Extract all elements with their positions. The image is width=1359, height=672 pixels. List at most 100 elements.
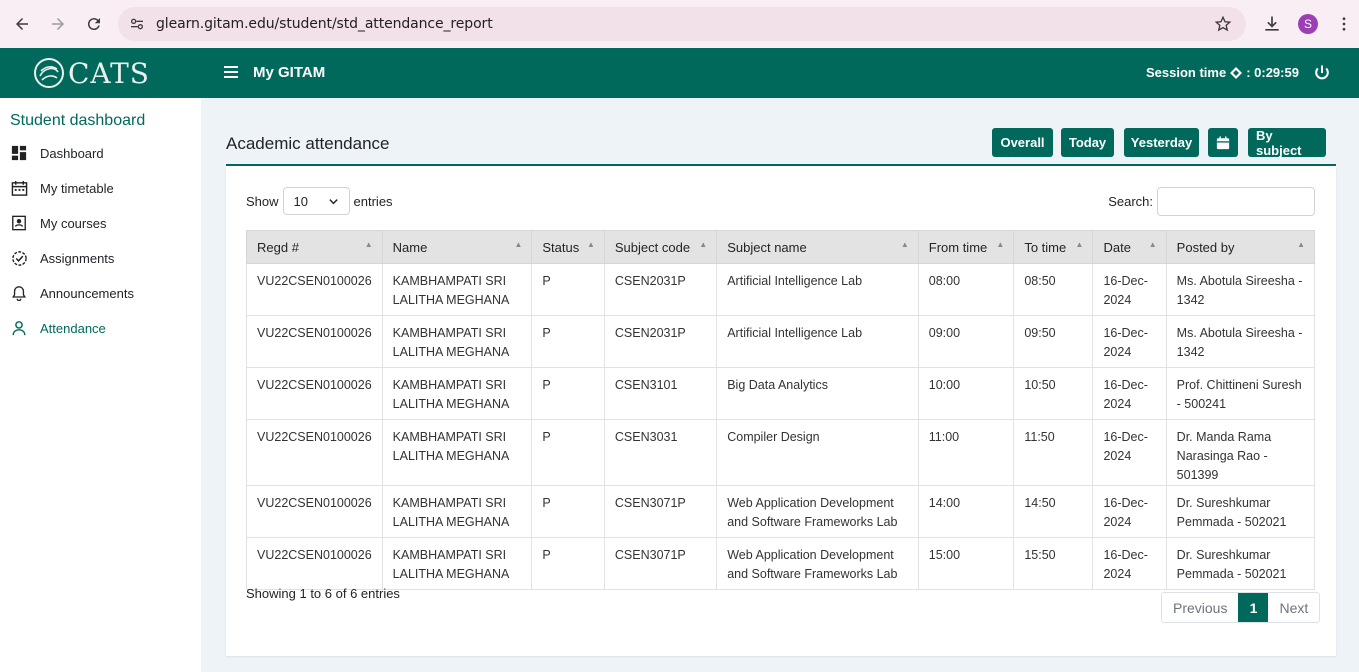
- hamburger-menu-icon[interactable]: [222, 63, 240, 81]
- search-label: Search:: [1108, 194, 1153, 209]
- page-length-value: 10: [293, 193, 308, 209]
- table-cell: Dr. Sureshkumar Pemmada - 502021: [1165, 485, 1316, 538]
- url-text[interactable]: glearn.gitam.edu/student/std_attendance_…: [156, 16, 493, 32]
- table-cell: P: [531, 537, 605, 590]
- table-cell: 10:00: [917, 367, 1015, 420]
- session-value: : 0:29:59: [1246, 65, 1299, 80]
- table-row: VU22CSEN0100026 KAMBHAMPATI SRI LALITHA M…: [246, 367, 1316, 420]
- back-icon[interactable]: [4, 6, 40, 42]
- hourglass-icon: [1230, 66, 1243, 79]
- browser-menu-icon[interactable]: [1326, 6, 1359, 42]
- next-page-button[interactable]: Next: [1268, 593, 1319, 622]
- table-cell: 11:00: [917, 419, 1015, 486]
- by-subject-button[interactable]: By subject: [1248, 128, 1326, 158]
- sidebar-item-label: Announcements: [40, 285, 134, 301]
- column-header[interactable]: To time ▲: [1013, 230, 1094, 264]
- table-cell: 16-Dec-2024: [1092, 315, 1167, 368]
- table-cell: 10:50: [1013, 367, 1094, 420]
- table-cell: VU22CSEN0100026: [246, 315, 383, 368]
- table-cell: Web Application Development and Software…: [716, 537, 919, 590]
- table-cell: 14:50: [1013, 485, 1094, 538]
- sort-icon: ▲: [996, 240, 1005, 249]
- table-cell: P: [531, 315, 605, 368]
- sort-icon: ▲: [1297, 240, 1305, 249]
- yesterday-button[interactable]: Yesterday: [1124, 128, 1199, 157]
- overall-button[interactable]: Overall: [992, 128, 1053, 157]
- power-logout-icon[interactable]: [1312, 63, 1332, 83]
- column-header[interactable]: Subject name ▲: [716, 230, 919, 264]
- table-cell: Compiler Design: [716, 419, 919, 486]
- site-settings-icon[interactable]: [128, 15, 146, 33]
- table-cell: VU22CSEN0100026: [246, 485, 383, 538]
- column-header[interactable]: Posted by ▲: [1165, 230, 1316, 264]
- address-bar[interactable]: glearn.gitam.edu/student/std_attendance_…: [118, 7, 1246, 41]
- column-header[interactable]: Date ▲: [1092, 230, 1167, 264]
- calendar-icon: [1216, 135, 1230, 149]
- assignments-icon: [10, 249, 28, 267]
- table-info: Showing 1 to 6 of 6 entries: [246, 586, 400, 601]
- profile-avatar[interactable]: S: [1290, 6, 1326, 42]
- today-button[interactable]: Today: [1061, 128, 1114, 157]
- column-header[interactable]: From time ▲: [917, 230, 1015, 264]
- session-timer: Session time : 0:29:59: [1146, 65, 1299, 80]
- card-header: Academic attendance Overall Today Yester…: [226, 120, 1336, 166]
- table-cell: VU22CSEN0100026: [246, 263, 383, 316]
- previous-page-button[interactable]: Previous: [1162, 593, 1238, 622]
- table-cell: 15:50: [1013, 537, 1094, 590]
- sort-icon: ▲: [364, 240, 373, 249]
- table-cell: Prof. Chittineni Suresh - 500241: [1165, 367, 1316, 420]
- sort-icon: ▲: [586, 240, 595, 249]
- entries-label: entries: [353, 193, 393, 209]
- table-cell: Big Data Analytics: [716, 367, 919, 420]
- table-cell: VU22CSEN0100026: [246, 419, 383, 486]
- column-header[interactable]: Status ▲: [531, 230, 605, 264]
- profile-initial: S: [1298, 14, 1318, 34]
- reload-icon[interactable]: [76, 6, 112, 42]
- sidebar-item-attendance[interactable]: Attendance: [10, 317, 106, 339]
- page-length-select[interactable]: 10: [282, 187, 350, 215]
- search-input[interactable]: [1157, 187, 1315, 216]
- bookmark-star-icon[interactable]: [1214, 15, 1232, 33]
- table-cell: 15:00: [917, 537, 1015, 590]
- sidebar-item-label: Dashboard: [40, 145, 104, 161]
- sidebar-title: Student dashboard: [10, 112, 146, 129]
- table-cell: 09:00: [917, 315, 1015, 368]
- table-cell: 16-Dec-2024: [1092, 367, 1167, 420]
- table-cell: CSEN3101: [603, 367, 718, 420]
- cats-logo[interactable]: CATS: [32, 56, 150, 90]
- table-cell: CSEN2031P: [603, 315, 718, 368]
- session-label: Session time: [1146, 65, 1227, 80]
- column-header[interactable]: Regd # ▲: [246, 230, 383, 264]
- table-cell: KAMBHAMPATI SRI LALITHA MEGHANA: [381, 263, 533, 316]
- sort-icon: ▲: [514, 240, 523, 249]
- search-control: Search:: [1108, 187, 1315, 216]
- table-cell: P: [531, 367, 605, 420]
- download-icon[interactable]: [1254, 6, 1290, 42]
- app-title[interactable]: My GITAM: [253, 64, 325, 81]
- table-cell: CSEN3071P: [603, 537, 718, 590]
- table-cell: KAMBHAMPATI SRI LALITHA MEGHANA: [381, 419, 533, 486]
- sidebar-item-label: Assignments: [40, 250, 115, 266]
- pagination: Previous 1 Next: [1161, 592, 1321, 623]
- sidebar-item-announcements[interactable]: Announcements: [10, 282, 134, 304]
- dashboard-icon: [10, 144, 28, 162]
- courses-icon: [10, 214, 28, 232]
- table-cell: KAMBHAMPATI SRI LALITHA MEGHANA: [381, 485, 533, 538]
- table-header-row: Regd # ▲ Name ▲ Status ▲ Subject code ▲ Subj…: [246, 230, 1316, 264]
- table-cell: 09:50: [1013, 315, 1094, 368]
- sidebar-item-courses[interactable]: My courses: [10, 212, 106, 234]
- table-cell: Artificial Intelligence Lab: [716, 315, 919, 368]
- table-cell: CSEN3031: [603, 419, 718, 486]
- page-length-control: Show 10 entries: [246, 187, 393, 215]
- page-1-button[interactable]: 1: [1238, 593, 1269, 622]
- table-cell: KAMBHAMPATI SRI LALITHA MEGHANA: [381, 315, 533, 368]
- forward-icon[interactable]: [40, 6, 76, 42]
- sidebar-item-timetable[interactable]: My timetable: [10, 177, 114, 199]
- date-picker-button[interactable]: [1208, 128, 1238, 157]
- sidebar-item-dashboard[interactable]: Dashboard: [10, 142, 104, 164]
- sidebar-item-assignments[interactable]: Assignments: [10, 247, 114, 269]
- table-row: VU22CSEN0100026 KAMBHAMPATI SRI LALITHA M…: [246, 537, 1316, 590]
- table-cell: CSEN2031P: [603, 263, 718, 316]
- column-header[interactable]: Subject code ▲: [603, 230, 718, 264]
- column-header[interactable]: Name ▲: [381, 230, 533, 264]
